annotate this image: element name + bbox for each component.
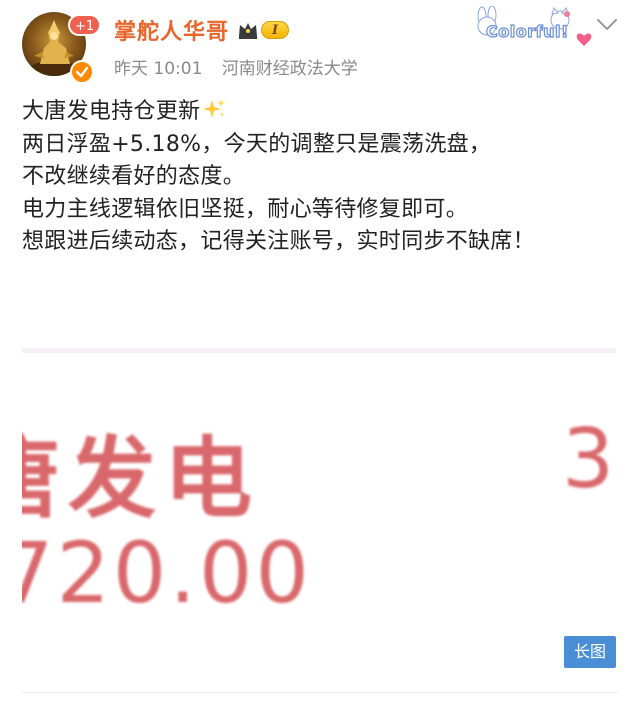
post-line-4: 电力主线逻辑依旧坚挺，耐心等待修复即可。 [22,196,469,222]
stock-name: 唐发电 [22,427,261,530]
verified-icon [70,60,94,84]
post-line-3: 不改继续看好的态度。 [22,164,246,189]
long-image-tag: 长图 [564,636,616,668]
notification-badge: +1 [68,14,102,36]
post-header: +1 掌舵人华哥 I 昨天 10:01 河南财经政法大学 Colorful! [0,0,640,90]
post-timestamp: 昨天 10:01 [114,59,203,79]
member-badge[interactable]: I [237,20,290,40]
post-title-line: 大唐发电持仓更新 [22,96,618,129]
post-line-5: 想跟进后续动态，记得关注账号，实时同步不缺席！ [22,229,535,254]
stock-price: 720.00 [22,524,312,622]
post-source[interactable]: 河南财经政法大学 [222,59,358,79]
sticker-text: Colorful! [485,21,569,41]
divider [22,692,618,693]
user-name-row: 掌舵人华哥 I [114,14,290,46]
post-text: 大唐发电持仓更新 两日浮盈+5.18%，今天的调整只是震荡洗盘， 不改继续看好的… [22,96,618,259]
chevron-down-icon[interactable] [596,18,618,32]
level-badge: I [261,21,290,39]
post-title: 大唐发电持仓更新 [22,99,201,124]
avatar[interactable]: +1 [22,12,102,84]
user-name[interactable]: 掌舵人华哥 [114,14,229,46]
image-top-border [22,348,616,353]
colorful-sticker: Colorful! [472,5,596,54]
post-image[interactable]: 唐发电 3 720.00 长图 [22,348,616,678]
stock-code: 3 [562,412,615,507]
sparkles-icon [203,99,226,118]
crown-icon [239,23,258,39]
post-line-2: 两日浮盈+5.18%，今天的调整只是震荡洗盘， [22,131,492,157]
post-meta: 昨天 10:01 河南财经政法大学 [114,54,358,79]
